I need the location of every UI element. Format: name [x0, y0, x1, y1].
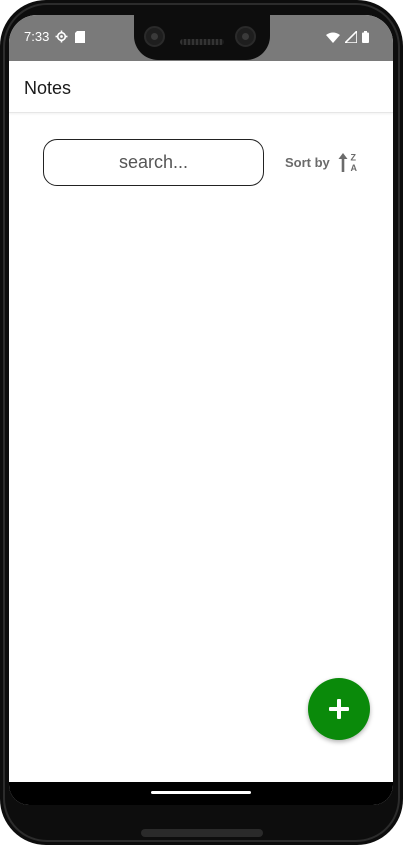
app-title: Notes: [24, 78, 72, 98]
home-indicator[interactable]: [151, 791, 251, 794]
sd-card-icon: [75, 30, 85, 43]
camera-notch: [134, 15, 270, 60]
battery-icon: [362, 31, 369, 43]
wifi-icon: [326, 32, 340, 43]
earpiece-speaker: [180, 39, 224, 45]
screen: 7:33 Notes search... Sort by Z A: [9, 15, 393, 805]
phone-frame: 7:33 Notes search... Sort by Z A: [0, 0, 403, 845]
search-input[interactable]: [43, 139, 264, 186]
settings-icon: [55, 30, 68, 43]
sort-letter-top: Z: [350, 153, 356, 163]
sort-z-a-icon: Z A: [338, 153, 357, 173]
bottom-speaker: [141, 829, 263, 837]
status-time: 7:33: [24, 29, 50, 44]
plus-icon: [329, 699, 349, 719]
sort-button[interactable]: Sort by Z A: [285, 151, 362, 174]
sort-label: Sort by: [285, 154, 330, 170]
add-note-button[interactable]: [308, 678, 370, 740]
app-bar: Notes: [9, 61, 393, 113]
front-camera-right: [235, 26, 256, 47]
front-camera-left: [144, 26, 165, 47]
status-right-icons: [326, 31, 369, 43]
status-left-icons: [55, 30, 85, 43]
signal-icon: [345, 31, 357, 43]
sort-letter-bottom: A: [350, 163, 357, 173]
navigation-bar: [9, 782, 393, 805]
